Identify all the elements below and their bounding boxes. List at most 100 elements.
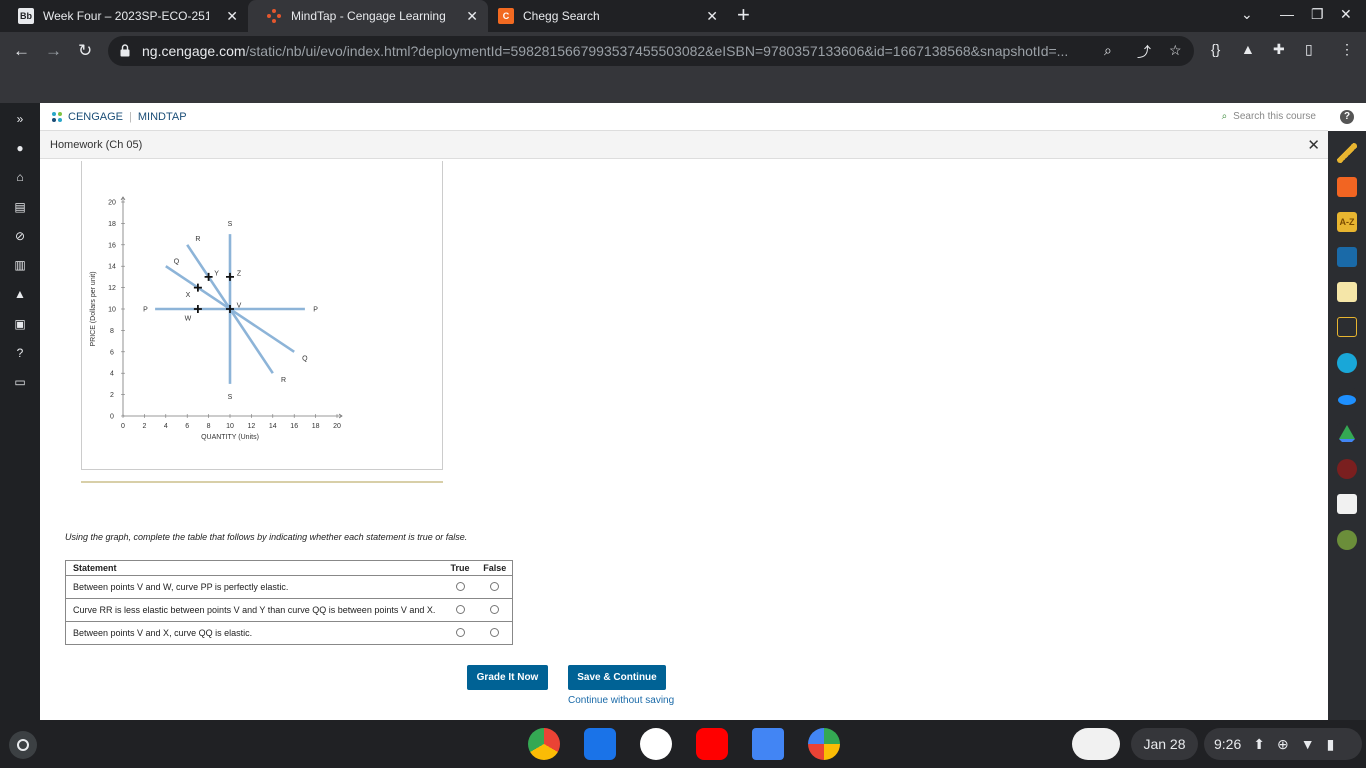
y-tick-label: 18 (108, 221, 116, 228)
left-nav-rail: » ● ⌂ ▤ ⊘ ▥ ▲ ▣ ? ▭ (0, 103, 40, 720)
chrome-icon[interactable] (528, 728, 560, 760)
zoom-icon[interactable]: ⌕ (1104, 42, 1112, 59)
tab-blackboard[interactable]: Bb Week Four – 2023SP-ECO-251-IC ✕ (0, 0, 248, 32)
brand-bar: CENGAGE | MINDTAP ⌕ Search this course (40, 103, 1328, 131)
google-drive-icon[interactable] (1337, 423, 1357, 443)
mindtap-icon (266, 8, 282, 24)
y-tick-label: 6 (110, 349, 114, 356)
true-radio[interactable] (455, 581, 465, 591)
x-tick-label: 20 (333, 423, 341, 430)
book-icon[interactable]: ▤ (0, 192, 40, 221)
graduation-cap-icon[interactable]: ▲ (0, 279, 40, 308)
extension-icon[interactable]: {} (1211, 41, 1220, 57)
y-tick-label: 16 (108, 242, 116, 249)
minimize-button[interactable]: — (1280, 6, 1294, 22)
notes-icon[interactable] (1337, 282, 1357, 302)
open-book-icon[interactable]: ▥ (0, 250, 40, 279)
true-radio[interactable] (455, 627, 465, 637)
grade-it-now-button[interactable]: Grade It Now (467, 665, 548, 690)
forward-icon[interactable]: → (45, 41, 62, 61)
mindtap-page: CENGAGE | MINDTAP ⌕ Search this course H… (40, 103, 1328, 720)
false-cell (477, 598, 513, 622)
y-axis-label: PRICE (Dollars per unit) (90, 271, 97, 346)
true-header: True (442, 560, 478, 576)
table-row: Between points V and X, curve QQ is elas… (65, 621, 513, 645)
cengage-app-icon[interactable] (1337, 353, 1357, 373)
table-header-row: Statement True False (65, 560, 513, 576)
profile-icon[interactable] (1337, 530, 1357, 550)
tab-search-icon[interactable]: ⌄ (1241, 6, 1253, 23)
x-tick-label: 12 (248, 423, 256, 430)
browser-menu-icon[interactable]: ⋮ (1340, 41, 1354, 58)
help-icon[interactable]: ? (1328, 103, 1366, 131)
extensions-puzzle-icon[interactable]: ✚ (1273, 41, 1285, 58)
status-tray[interactable]: 9:26 ⬆ ⊕ ▼ ▮ (1204, 728, 1362, 760)
y-tick-label: 4 (110, 371, 114, 378)
statement-text: Curve RR is less elastic between points … (65, 598, 443, 622)
user-icon[interactable]: ● (0, 133, 40, 162)
new-tab-button[interactable]: + (737, 4, 750, 26)
gmail-icon[interactable] (640, 728, 672, 760)
right-app-rail: ? A-Z (1328, 103, 1366, 720)
restore-button[interactable]: ❐ (1311, 6, 1324, 23)
activity-header: Homework (Ch 05) ✕ (40, 131, 1328, 159)
side-panel-icon[interactable]: ▯ (1305, 41, 1313, 58)
google-docs-icon[interactable] (752, 728, 784, 760)
tab-mindtap[interactable]: MindTap - Cengage Learning ✕ (248, 0, 488, 32)
false-cell (477, 621, 513, 645)
statement-text: Between points V and X, curve QQ is elas… (65, 621, 443, 645)
continue-without-saving-link[interactable]: Continue without saving (568, 695, 674, 706)
save-continue-button[interactable]: Save & Continue (568, 665, 666, 690)
feedback-icon[interactable]: ▭ (0, 367, 40, 396)
x-tick-label: 16 (290, 423, 298, 430)
compass-icon[interactable]: ⊘ (0, 221, 40, 250)
home-icon[interactable]: ⌂ (0, 162, 40, 191)
date-display[interactable]: Jan 28 (1131, 728, 1198, 760)
notebook-icon[interactable] (1337, 247, 1357, 267)
pencil-icon[interactable] (1337, 143, 1357, 163)
close-activity-button[interactable]: ✕ (1307, 136, 1320, 154)
false-radio[interactable] (490, 581, 500, 591)
share-icon[interactable]: ⤴ (1137, 42, 1151, 62)
lock-icon (120, 44, 130, 57)
y-tick-label: 2 (110, 392, 114, 399)
bookmark-star-icon[interactable]: ☆ (1169, 42, 1182, 59)
true-radio[interactable] (455, 604, 465, 614)
play-store-icon[interactable] (808, 728, 840, 760)
x-tick-label: 4 (164, 423, 168, 430)
readspeaker-icon[interactable] (1337, 317, 1357, 337)
tote-icon[interactable] (1072, 728, 1120, 760)
x-tick-label: 2 (142, 423, 146, 430)
course-search[interactable]: ⌕ Search this course (1222, 111, 1316, 122)
curve-label-r: R (281, 377, 286, 384)
tab-chegg[interactable]: C Chegg Search ✕ (480, 0, 728, 32)
document-icon[interactable] (1337, 494, 1357, 514)
window-close-button[interactable]: ✕ (1340, 6, 1352, 23)
expand-icon[interactable]: » (0, 104, 40, 133)
youtube-icon[interactable] (696, 728, 728, 760)
rss-icon[interactable] (1337, 177, 1357, 197)
reload-icon[interactable]: ↻ (78, 41, 92, 61)
close-icon[interactable]: ✕ (466, 8, 478, 25)
false-header: False (477, 560, 513, 576)
briefcase-icon[interactable]: ▣ (0, 309, 40, 338)
y-tick-label: 20 (108, 200, 116, 207)
y-tick-label: 8 (110, 328, 114, 335)
curve-label-q: Q (174, 258, 180, 265)
blackboard-icon: Bb (18, 8, 34, 24)
help-icon[interactable]: ? (0, 338, 40, 367)
glossary-az-icon[interactable]: A-Z (1337, 212, 1357, 232)
close-icon[interactable]: ✕ (706, 8, 718, 25)
onedrive-icon[interactable] (1337, 388, 1357, 408)
os-shelf: Jan 28 9:26 ⬆ ⊕ ▼ ▮ (0, 720, 1366, 768)
acrobat-icon[interactable] (1337, 459, 1357, 479)
false-radio[interactable] (490, 627, 500, 637)
address-bar[interactable]: ng.cengage.com/static/nb/ui/evo/index.ht… (108, 36, 1194, 66)
close-icon[interactable]: ✕ (226, 8, 238, 25)
drive-extension-icon[interactable]: ▲ (1241, 41, 1255, 57)
cengage-logo[interactable]: CENGAGE | MINDTAP (50, 110, 187, 124)
false-radio[interactable] (490, 604, 500, 614)
back-icon[interactable]: ← (13, 41, 30, 61)
launcher-icon[interactable] (9, 731, 37, 759)
files-icon[interactable] (584, 728, 616, 760)
